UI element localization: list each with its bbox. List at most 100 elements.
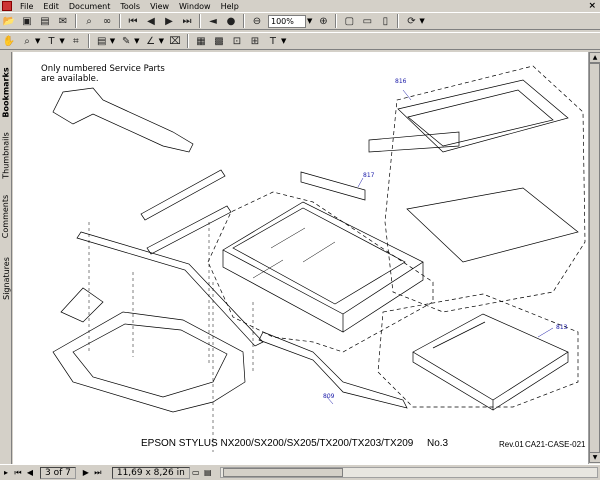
previous-page-icon[interactable]: ◀	[24, 468, 36, 477]
cover-mat	[406, 187, 579, 263]
cover-top-inner	[407, 89, 554, 147]
actual-size-icon[interactable]: ▢	[341, 14, 357, 29]
toolbar-separator	[243, 14, 245, 28]
form-icon[interactable]: ▦	[193, 34, 209, 49]
menu-help[interactable]: Help	[216, 2, 244, 11]
menu-bar: File Edit Document Tools View Window Hel…	[0, 0, 600, 12]
link-icon[interactable]: ⊞	[247, 34, 263, 49]
printer-case-inner	[72, 323, 228, 398]
fit-width-icon[interactable]: ▯	[377, 14, 393, 29]
chevron-down-icon[interactable]: ▼	[110, 37, 115, 45]
tab-bookmarks[interactable]: Bookmarks	[0, 62, 12, 122]
chevron-down-icon[interactable]: ▼	[307, 17, 312, 25]
vertical-scrollbar[interactable]: ▲ ▼	[588, 52, 600, 464]
save-icon[interactable]: ▣	[19, 14, 35, 29]
chevron-down-icon[interactable]: ▼	[159, 37, 164, 45]
exploded-parts-diagram	[52, 65, 586, 452]
chevron-down-icon[interactable]: ▼	[134, 37, 139, 45]
tab-comments[interactable]: Comments	[0, 188, 12, 244]
email-icon[interactable]: ✉	[55, 14, 71, 29]
callout-813: 813	[556, 324, 568, 331]
cover-top	[397, 79, 569, 153]
stamp-icon[interactable]: ▩	[211, 34, 227, 49]
zoom-field[interactable]: 100%	[268, 14, 306, 28]
carriage-rail-top	[140, 169, 226, 221]
carriage-rail-bottom	[146, 205, 232, 255]
diagram-title: EPSON STYLUS NX200/SX200/SX205/TX200/TX2…	[141, 438, 414, 449]
options-icon[interactable]: ▸	[0, 468, 12, 477]
horizontal-scrollbar[interactable]	[219, 467, 598, 478]
chevron-down-icon[interactable]: ▼	[419, 17, 424, 25]
binoculars-icon[interactable]: ∞	[99, 14, 115, 29]
zoom-tool-icon[interactable]: ⌕	[19, 34, 35, 49]
group-outline-813	[377, 293, 579, 408]
toolbar-tools: ✋ ⌕ ▼ T ▼ ⌗ ▤ ▼ ✎ ▼ ∠ ▼ ⌧ ▦ ▩ ⊡ ⊞ T ▼	[0, 32, 600, 50]
crop-icon[interactable]: ⌧	[167, 34, 183, 49]
document-code: CA21-CASE-021	[525, 440, 586, 449]
status-bar: ▸ ⏮ ◀ 3 of 7 ▶ ⏭ 11,69 x 8,26 in ▭ ▤	[0, 464, 600, 480]
fit-page-icon[interactable]: ▭	[359, 14, 375, 29]
tray-813-front	[412, 352, 494, 411]
last-page-icon[interactable]: ⏭	[92, 468, 104, 478]
scanner-side	[342, 262, 424, 333]
board-part	[60, 287, 104, 323]
next-page-icon[interactable]: ▶	[161, 14, 177, 29]
scanner-glass	[232, 207, 406, 305]
continuous-icon[interactable]: ▤	[202, 468, 214, 477]
menu-window[interactable]: Window	[174, 2, 216, 11]
touchup-icon[interactable]: T	[265, 34, 281, 49]
page-indicator[interactable]: 3 of 7	[40, 466, 76, 479]
back-icon[interactable]: ◄	[205, 14, 221, 29]
menu-file[interactable]: File	[15, 2, 38, 11]
print-icon[interactable]: ▤	[37, 14, 53, 29]
scroll-down-icon[interactable]: ▼	[589, 452, 600, 463]
menu-document[interactable]: Document	[64, 2, 115, 11]
note-tool-icon[interactable]: ▤	[94, 34, 110, 49]
scroll-thumb[interactable]	[589, 63, 600, 458]
scanner-front	[222, 250, 344, 333]
callout-809: 809	[323, 393, 335, 400]
first-page-icon[interactable]: ⏮	[125, 14, 141, 29]
document-viewport[interactable]: Only numbered Service Parts are availabl…	[13, 52, 588, 464]
tab-thumbnails[interactable]: Thumbnails	[0, 124, 12, 186]
toolbar-separator	[119, 14, 121, 28]
hand-tool-icon[interactable]: ✋	[1, 34, 17, 49]
toolbar-separator	[397, 14, 400, 28]
search-icon[interactable]: ⌕	[81, 14, 97, 29]
menu-view[interactable]: View	[145, 2, 174, 11]
open-icon[interactable]: 📂	[1, 14, 17, 29]
part-817	[300, 171, 366, 201]
callout-816: 816	[395, 78, 407, 85]
line-tool-icon[interactable]: ∠	[143, 34, 159, 49]
first-page-icon[interactable]: ⏮	[12, 468, 24, 478]
next-page-icon[interactable]: ▶	[80, 468, 92, 477]
toolbar-separator	[75, 14, 77, 28]
horizontal-scroll-thumb[interactable]	[222, 468, 343, 477]
chevron-down-icon[interactable]: ▼	[59, 37, 64, 45]
menu-tools[interactable]: Tools	[115, 2, 145, 11]
attachment-icon[interactable]: ⊡	[229, 34, 245, 49]
zoom-in-icon[interactable]: ⊕	[315, 14, 331, 29]
menu-edit[interactable]: Edit	[38, 2, 64, 11]
snapshot-icon[interactable]: ⌗	[68, 34, 84, 49]
group-outline-scanner	[207, 191, 434, 353]
single-page-icon[interactable]: ▭	[190, 468, 202, 477]
printer-lower-case	[52, 311, 246, 413]
tab-signatures[interactable]: Signatures	[0, 248, 12, 308]
tray-813-top	[412, 313, 569, 401]
zoom-out-icon[interactable]: ⊖	[249, 14, 265, 29]
assembly-guides	[88, 222, 254, 452]
toolbar-main: 📂 ▣ ▤ ✉ ⌕ ∞ ⏮ ◀ ▶ ⏭ ◄ ● ⊖ 100% ▼ ⊕ ▢ ▭ ▯…	[0, 12, 600, 30]
chevron-down-icon[interactable]: ▼	[35, 37, 40, 45]
previous-page-icon[interactable]: ◀	[143, 14, 159, 29]
chevron-down-icon[interactable]: ▼	[281, 37, 286, 45]
rotate-icon[interactable]: ⟳	[403, 14, 419, 29]
scroll-up-icon[interactable]: ▲	[589, 52, 600, 63]
tray-813-side	[492, 352, 569, 411]
forward-icon[interactable]: ●	[223, 14, 239, 29]
last-page-icon[interactable]: ⏭	[179, 14, 195, 29]
close-document-icon[interactable]: ×	[588, 1, 596, 11]
select-text-icon[interactable]: T	[43, 34, 59, 49]
toolbar-separator	[335, 14, 338, 28]
pencil-icon[interactable]: ✎	[118, 34, 134, 49]
